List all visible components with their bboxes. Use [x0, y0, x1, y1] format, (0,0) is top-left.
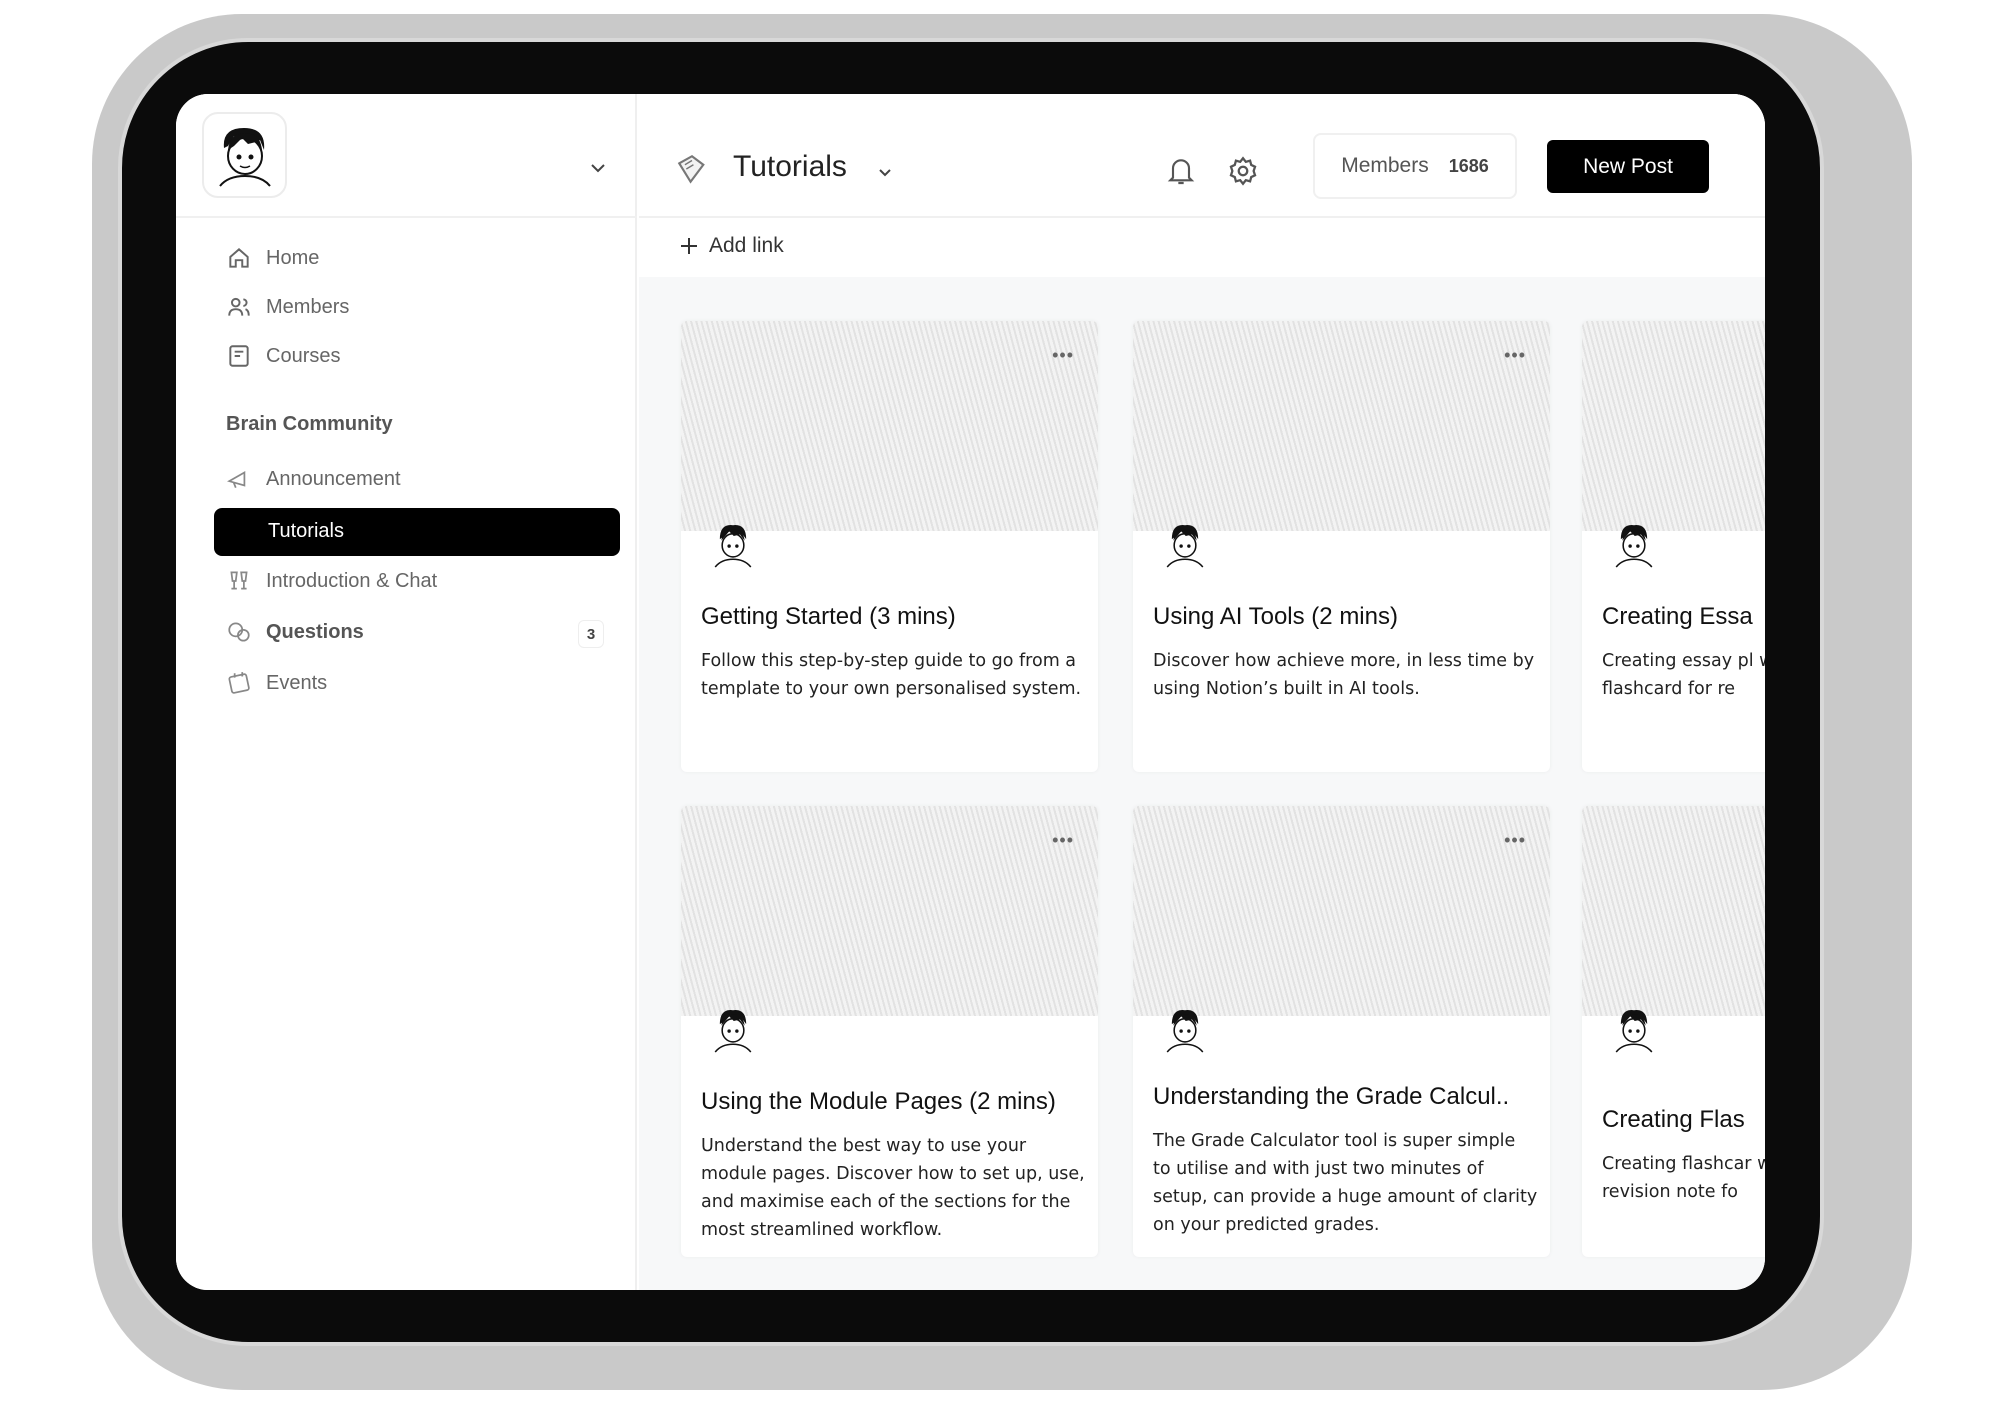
card-title: Using AI Tools (2 mins) [1153, 603, 1398, 630]
bell-icon[interactable] [1165, 154, 1197, 188]
card-cover-image [1133, 321, 1550, 531]
author-avatar [1610, 517, 1658, 569]
sidebar-item-label: Questions [266, 620, 364, 643]
sidebar-item-events[interactable]: Events [226, 670, 327, 696]
sidebar-item-introduction-chat[interactable]: Introduction & Chat [226, 568, 437, 594]
chevron-down-icon[interactable] [588, 158, 608, 178]
add-link-button[interactable]: Add link [679, 234, 784, 258]
book-icon [229, 345, 249, 367]
chevron-down-icon[interactable] [875, 162, 895, 182]
author-avatar [709, 517, 757, 569]
members-label: Members [1341, 154, 1429, 177]
cheers-icon [230, 571, 248, 590]
sidebar-item-label: Home [266, 246, 320, 269]
card-title: Getting Started (3 mins) [701, 603, 956, 630]
new-post-button[interactable]: New Post [1547, 140, 1709, 193]
card-description: Creating essay pl when you duplica a fla… [1602, 651, 1765, 699]
section-title: Brain Community [226, 413, 393, 435]
tutorial-card[interactable]: ••• Getting Started (3 mins) Follow this… [681, 321, 1098, 772]
card-description: Follow this step-by-step guide to go fro… [701, 651, 1082, 699]
avatar-icon [218, 128, 271, 187]
tutorial-card[interactable]: ••• Using the Module Pages (2 mins) Unde… [681, 806, 1098, 1257]
card-cover-image [1582, 321, 1765, 531]
more-options-icon[interactable]: ••• [1052, 345, 1074, 366]
community-logo[interactable] [202, 112, 287, 198]
author-avatar [1610, 1002, 1658, 1054]
card-cover-image [681, 321, 1098, 531]
sidebar-item-members[interactable]: Members [226, 294, 349, 320]
sidebar-item-label: Members [266, 295, 350, 318]
chat-bubbles-icon [228, 622, 250, 642]
megaphone-icon [227, 471, 246, 488]
divider [639, 216, 1765, 218]
members-count: 1686 [1448, 155, 1489, 176]
card-title: Creating Flas [1602, 1106, 1745, 1133]
more-options-icon[interactable]: ••• [1052, 830, 1074, 851]
calendar-icon [228, 672, 250, 694]
card-description: The Grade Calculator tool is super simpl… [1153, 1131, 1538, 1235]
sidebar-item-label: Courses [266, 344, 341, 367]
sidebar-item-label: Announcement [266, 467, 401, 490]
sidebar-item-courses[interactable]: Courses [226, 343, 340, 369]
header: Tutorials Members 1686 New Post Add link [639, 94, 1765, 277]
sidebar-item-announcement[interactable]: Announcement [226, 466, 401, 492]
card-cover-image [681, 806, 1098, 1016]
tutorial-card[interactable]: ••• Using AI Tools (2 mins) Discover how… [1133, 321, 1550, 772]
tutorial-card[interactable]: Creating Flas Creating flashcar when you… [1582, 806, 1765, 1257]
sidebar-item-tutorials[interactable]: Tutorials [214, 508, 620, 556]
sidebar-item-home[interactable]: Home [226, 245, 319, 271]
more-options-icon[interactable]: ••• [1504, 345, 1526, 366]
card-description: Understand the best way to use your modu… [701, 1136, 1085, 1240]
card-cover-image [1582, 806, 1765, 1016]
sidebar-item-questions[interactable]: Questions [226, 619, 364, 645]
members-button[interactable]: Members 1686 [1313, 133, 1517, 199]
divider [176, 216, 637, 218]
card-cover-image [1133, 806, 1550, 1016]
tutorial-card[interactable]: ••• Understanding the Grade Calcul.. The… [1133, 806, 1550, 1257]
card-description: Creating flashcar when you duplica a rev… [1602, 1154, 1765, 1202]
main-content: Tutorials Members 1686 New Post Add link … [639, 94, 1765, 1290]
sidebar-item-label: Introduction & Chat [266, 569, 438, 592]
gear-icon[interactable] [1226, 154, 1260, 188]
sidebar-item-label: Tutorials [268, 520, 344, 542]
card-title: Creating Essa [1602, 603, 1753, 630]
questions-count-badge: 3 [578, 620, 604, 648]
card-description: Discover how achieve more, in less time … [1153, 651, 1535, 699]
page-title[interactable]: Tutorials [733, 150, 847, 184]
tutorial-card[interactable]: Creating Essa Creating essay pl when you… [1582, 321, 1765, 772]
add-link-label: Add link [709, 234, 784, 257]
author-avatar [1161, 1002, 1209, 1054]
author-avatar [1161, 517, 1209, 569]
sidebar: Home Members Courses Brain Community Ann… [176, 94, 637, 1290]
users-icon [228, 297, 250, 316]
author-avatar [709, 1002, 757, 1054]
more-options-icon[interactable]: ••• [1504, 830, 1526, 851]
sidebar-item-label: Events [266, 671, 328, 694]
plus-icon [681, 238, 697, 254]
card-title: Using the Module Pages (2 mins) [701, 1088, 1056, 1115]
book-icon [677, 154, 705, 184]
app-screen: Home Members Courses Brain Community Ann… [176, 94, 1765, 1290]
home-icon [229, 248, 249, 268]
card-title: Understanding the Grade Calcul.. [1153, 1083, 1510, 1110]
